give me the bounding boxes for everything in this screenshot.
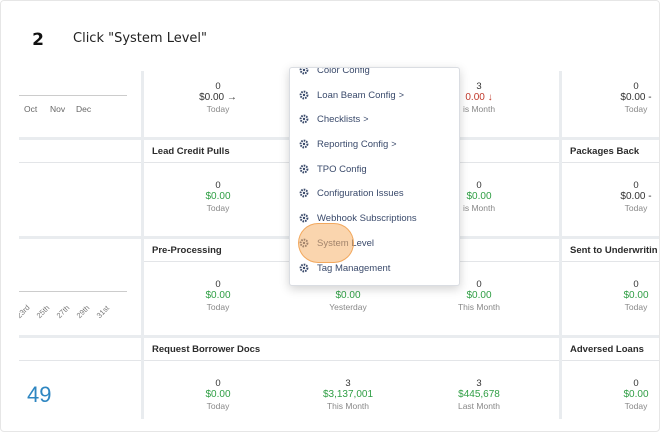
stat-last-month: 3 $445,678 Last Month: [457, 378, 501, 411]
card-title: Adversed Loans: [570, 344, 644, 355]
sent-to-underwriting-card: Sent to Underwritin 0 $0.00 Today: [562, 239, 659, 335]
date-tick-label: 23rd: [19, 303, 32, 320]
months-chart-card: Oct Nov Dec: [19, 71, 141, 137]
menu-item-loan-beam-config[interactable]: Loan Beam Config >: [290, 83, 459, 107]
adversed-loans-card: Adversed Loans 0 $0.00 Today: [562, 338, 659, 419]
stat-today: 0 $0.00 → Today: [199, 81, 237, 114]
gear-icon: [299, 188, 309, 198]
top-right-card: 0 $0.00 - Today: [562, 71, 659, 137]
date-chart-card: 23rd 25th 27th 29th 31st: [19, 239, 141, 335]
menu-item-color-config[interactable]: Color Config: [290, 68, 459, 82]
stat-this-month: 3 $3,137,001 This Month: [322, 378, 374, 411]
tutorial-frame: 2 Click "System Level" Oct Nov Dec 0 $0.…: [0, 0, 660, 432]
date-tick-label: 27th: [54, 303, 72, 320]
date-tick-label: 29th: [74, 303, 92, 320]
card-title: Lead Credit Pulls: [152, 146, 230, 157]
menu-item-configuration-issues[interactable]: Configuration Issues: [290, 181, 459, 205]
chevron-right-icon: >: [398, 90, 404, 100]
stat-today: 0 $0.00 Today: [205, 378, 231, 411]
month-label: Nov: [50, 104, 66, 114]
gear-icon: [299, 114, 309, 124]
left-total-card: 49: [19, 338, 141, 419]
card-title: Packages Back: [570, 146, 640, 157]
chevron-right-icon: >: [391, 139, 397, 149]
card-title: Sent to Underwritin: [570, 245, 658, 256]
step-instruction: Click "System Level": [73, 31, 207, 46]
gear-icon: [299, 263, 309, 273]
month-label: Oct: [24, 104, 38, 114]
gear-icon: [299, 139, 309, 149]
left-chart-card: [19, 140, 141, 236]
stat-today: 0 $0.00 - Today: [620, 81, 652, 114]
chevron-right-icon: >: [363, 114, 369, 124]
gear-icon: [299, 213, 309, 223]
gear-icon: [299, 164, 309, 174]
stat-today: 0 $0.00 Today: [205, 279, 231, 312]
menu-item-tpo-config[interactable]: TPO Config: [290, 157, 459, 181]
gear-icon: [299, 90, 309, 100]
arrow-right-icon: →: [226, 92, 237, 103]
stat-today: 0 $0.00 - Today: [620, 180, 652, 213]
gear-icon: [299, 68, 309, 75]
step-number: 2: [21, 25, 55, 55]
card-title: Request Borrower Docs: [152, 344, 261, 355]
request-borrower-docs-card: Request Borrower Docs 0 $0.00 Today 3 $3…: [144, 338, 559, 419]
month-label: Dec: [76, 104, 92, 114]
click-target-highlight: [298, 223, 354, 263]
arrow-down-icon: ↓: [487, 92, 493, 103]
packages-back-card: Packages Back 0 $0.00 - Today: [562, 140, 659, 236]
date-tick-label: 31st: [94, 303, 112, 320]
menu-item-checklists[interactable]: Checklists >: [290, 107, 459, 131]
stat-today: 0 $0.00 Today: [205, 180, 231, 213]
step-header: 2 Click "System Level": [1, 1, 659, 71]
total-count: 49: [27, 382, 52, 407]
menu-item-reporting-config[interactable]: Reporting Config >: [290, 132, 459, 156]
stat-today: 0 $0.00 Today: [623, 279, 649, 312]
card-title: Pre-Processing: [152, 245, 222, 256]
stat-today: 0 $0.00 Today: [623, 378, 649, 411]
chart-axis: [19, 95, 127, 96]
date-tick-label: 25th: [34, 303, 52, 320]
